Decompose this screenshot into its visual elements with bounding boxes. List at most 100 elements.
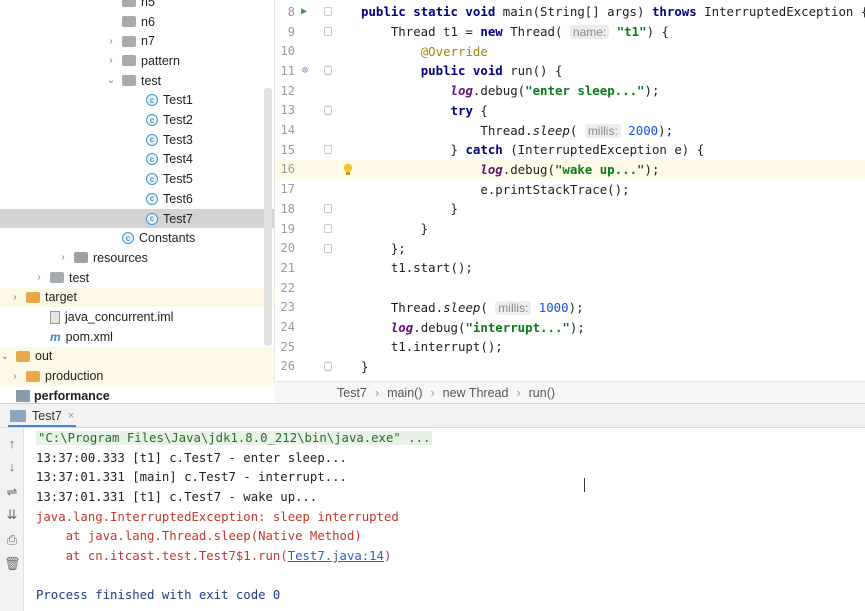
code-line[interactable]: 21 t1.start(); xyxy=(275,258,865,278)
class-icon: c xyxy=(146,114,158,127)
class-icon: c xyxy=(146,192,158,205)
chevron-down-icon[interactable]: ⌄ xyxy=(0,351,10,362)
stacktrace-link[interactable]: Test7.java:14 xyxy=(288,549,384,563)
tree-item-out[interactable]: ⌄ out xyxy=(0,346,274,367)
code-line[interactable]: 20 }; xyxy=(275,238,865,258)
tree-scrollbar[interactable] xyxy=(264,88,272,346)
tree-item-label: java_concurrent.iml xyxy=(65,310,174,325)
console-text: java.lang.InterruptedException: sleep in… xyxy=(36,509,399,524)
tree-item-pom-xml[interactable]: m pom.xml xyxy=(0,327,274,347)
line-number: 12 xyxy=(280,83,295,98)
tree-item-n5[interactable]: n5 xyxy=(0,0,274,12)
tree-item-test[interactable]: ⌄ test xyxy=(0,71,274,91)
code-line[interactable]: 14 Thread.sleep( millis: 2000); xyxy=(275,120,865,140)
tree-item-java-concurrent-iml[interactable]: java_concurrent.iml xyxy=(0,307,274,327)
close-icon[interactable]: × xyxy=(68,410,74,422)
chevron-right-icon: › xyxy=(374,385,380,400)
code-line[interactable]: 26} xyxy=(275,357,865,377)
code-text: try { xyxy=(450,102,488,118)
lightbulb-icon[interactable] xyxy=(343,163,353,176)
code-line[interactable]: 15 } catch (InterruptedException e) { xyxy=(275,140,865,160)
run-gutter-icon[interactable]: ▶ xyxy=(301,6,307,17)
print-icon[interactable]: ⎙ xyxy=(4,532,20,548)
run-tab-test7[interactable]: Test7 × xyxy=(8,407,77,427)
tree-item-test1[interactable]: c Test1 xyxy=(0,91,274,111)
chevron-right-icon: › xyxy=(516,385,521,400)
tree-item-constants[interactable]: c Constants xyxy=(0,228,274,248)
code-line[interactable]: 16 log.debug("wake up..."); xyxy=(275,159,865,180)
up-arrow-icon[interactable]: ↑ xyxy=(4,436,20,452)
chevron-right-icon[interactable]: › xyxy=(34,272,44,283)
code-line[interactable]: 12 log.debug("enter sleep..."); xyxy=(275,81,865,101)
down-arrow-icon[interactable]: ↓ xyxy=(4,459,20,475)
run-config-icon xyxy=(10,410,26,422)
soft-wrap-icon[interactable]: ⇌ xyxy=(4,484,20,500)
fold-marker-icon[interactable] xyxy=(324,27,332,37)
code-text: } xyxy=(361,358,369,374)
tree-item-test5[interactable]: c Test5 xyxy=(0,169,274,189)
fold-marker-icon[interactable] xyxy=(324,105,332,115)
code-line[interactable]: 13 try { xyxy=(275,101,865,121)
tree-item-test[interactable]: › test xyxy=(0,268,274,288)
code-line[interactable]: 17 e.printStackTrace(); xyxy=(275,179,865,199)
code-line[interactable]: 19 } xyxy=(275,219,865,239)
fold-marker-icon[interactable] xyxy=(324,145,332,155)
breadcrumb-item[interactable]: new Thread xyxy=(443,386,509,400)
breadcrumb-item[interactable]: run() xyxy=(529,386,555,400)
console-text: 13:37:01.331 [t1] c.Test7 - wake up... xyxy=(36,489,318,504)
override-gutter-icon[interactable]: ⊙ xyxy=(302,65,308,76)
code-text: } xyxy=(361,221,429,237)
chevron-right-icon[interactable]: › xyxy=(58,252,68,263)
code-line[interactable]: 10 @Override xyxy=(275,41,865,61)
chevron-right-icon[interactable]: › xyxy=(10,292,20,303)
code-line[interactable]: 25 t1.interrupt(); xyxy=(275,337,865,357)
scroll-to-end-icon[interactable]: ⇊ xyxy=(4,507,20,523)
line-number: 15 xyxy=(280,142,295,157)
class-icon: c xyxy=(146,212,158,225)
tree-item-performance[interactable]: performance xyxy=(0,386,274,403)
console-text: at cn.itcast.test.Test7$1.run( xyxy=(36,549,288,564)
fold-marker-icon[interactable] xyxy=(324,243,332,253)
code-line[interactable]: 23 Thread.sleep( millis: 1000); xyxy=(275,298,865,318)
tree-item-resources[interactable]: › resources xyxy=(0,248,274,268)
code-line[interactable]: 24 log.debug("interrupt..."); xyxy=(275,317,865,337)
excluded-folder-icon xyxy=(26,291,40,303)
breadcrumb-item[interactable]: main() xyxy=(387,386,422,400)
console-line: at java.lang.Thread.sleep(Native Method) xyxy=(36,527,362,547)
tree-item-test4[interactable]: c Test4 xyxy=(0,150,274,170)
code-text: log.debug("wake up..."); xyxy=(480,161,660,177)
code-line[interactable]: 11 ⊙ public void run() { xyxy=(275,61,865,81)
fold-marker-icon[interactable] xyxy=(324,66,332,76)
tree-item-n6[interactable]: n6 xyxy=(0,12,274,32)
chevron-right-icon[interactable]: › xyxy=(106,36,116,47)
chevron-right-icon[interactable]: › xyxy=(106,55,116,66)
code-line[interactable]: 22 xyxy=(275,278,865,298)
code-line[interactable]: 18 } xyxy=(275,199,865,219)
tree-item-test2[interactable]: c Test2 xyxy=(0,110,274,130)
fold-marker-icon[interactable] xyxy=(324,7,332,17)
code-line[interactable]: 9 Thread t1 = new Thread( name: "t1") { xyxy=(275,22,865,42)
fold-marker-icon[interactable] xyxy=(324,204,332,214)
chevron-down-icon[interactable]: ⌄ xyxy=(106,75,116,86)
code-text: Thread.sleep( millis: 2000); xyxy=(361,122,674,138)
code-editor[interactable]: 8 ▶ public static void main(String[] args)… xyxy=(274,0,865,381)
tree-item-test7[interactable]: c Test7 xyxy=(0,208,274,229)
line-number: 18 xyxy=(280,201,295,216)
tree-item-test6[interactable]: c Test6 xyxy=(0,189,274,209)
console-text: 13:37:01.331 [main] c.Test7 - interrupt.… xyxy=(36,470,347,485)
exit-status: Process finished with exit code 0 xyxy=(36,588,281,603)
chevron-right-icon[interactable]: › xyxy=(10,371,20,382)
line-number: 10 xyxy=(280,44,295,59)
code-line[interactable]: 8 ▶ public static void main(String[] args)… xyxy=(275,2,865,22)
breadcrumb-item[interactable]: Test7 xyxy=(337,386,367,400)
console-output[interactable]: "C:\Program Files\Java\jdk1.8.0_212\bin\… xyxy=(24,428,865,611)
tree-item-production[interactable]: › production xyxy=(0,366,274,386)
fold-marker-icon[interactable] xyxy=(324,224,332,234)
tree-item-n7[interactable]: › n7 xyxy=(0,31,274,51)
tree-item-target[interactable]: › target xyxy=(0,287,274,308)
tree-item-pattern[interactable]: › pattern xyxy=(0,51,274,71)
trash-icon[interactable]: 🗑 xyxy=(4,556,21,572)
code-text: public void run() { xyxy=(420,63,563,79)
fold-marker-icon[interactable] xyxy=(324,361,332,371)
tree-item-test3[interactable]: c Test3 xyxy=(0,130,274,150)
